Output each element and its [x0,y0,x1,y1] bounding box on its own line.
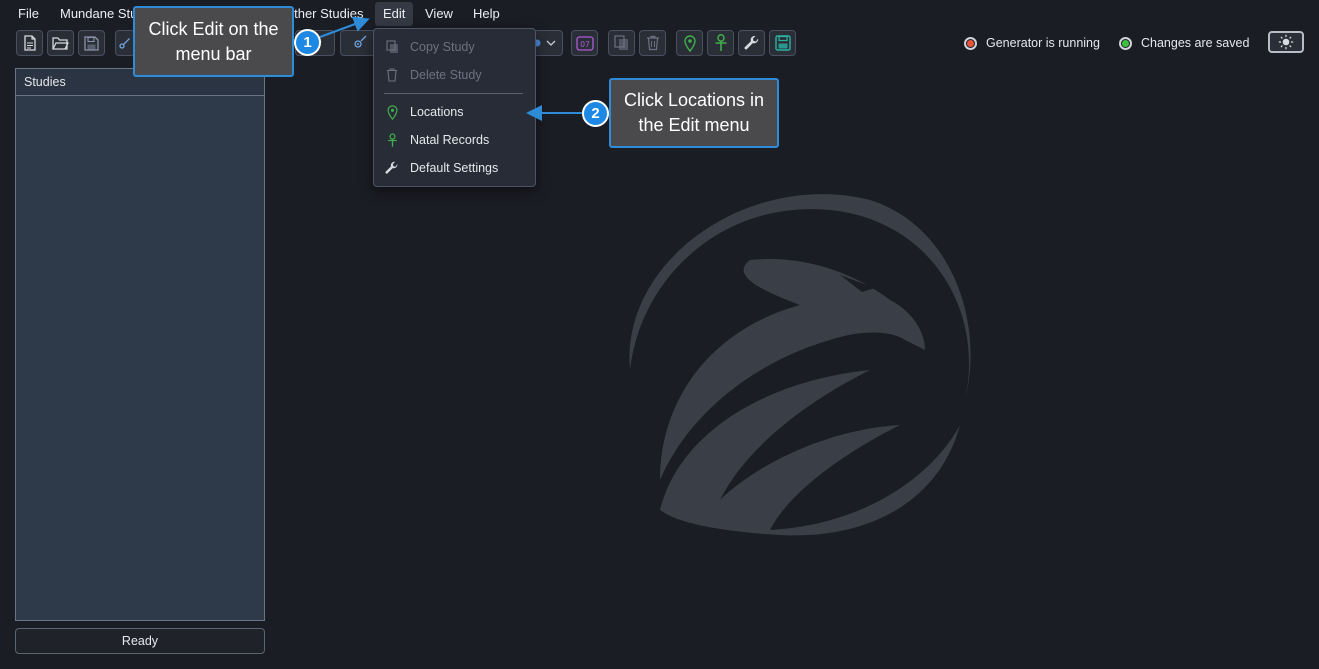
step-badge-2: 2 [582,100,609,127]
save-teal-icon [774,35,791,51]
menu-item-default-settings[interactable]: Default Settings [374,155,535,181]
wrench-icon [744,35,758,50]
trash-icon [646,35,659,51]
copy-study-button[interactable] [608,30,635,56]
trash-icon [374,68,410,82]
menu-edit[interactable]: Edit [375,2,414,26]
delete-study-button[interactable] [639,30,666,56]
callout-step-2: Click Locations in the Edit menu [609,78,779,148]
save-icon [84,35,99,51]
sun-icon [1278,34,1294,50]
menu-item-label: Copy Study [410,40,475,54]
natal-records-button[interactable] [707,30,734,56]
generator-status-label: Generator is running [986,36,1100,50]
calendar-label: 07 [580,40,590,49]
copy-icon [614,35,628,50]
callout-step-1: Click Edit on the menu bar [133,6,294,77]
default-settings-button[interactable] [738,30,765,56]
line-node-icon [119,38,130,49]
ankh-icon [374,132,410,148]
generator-status-indicator [964,36,977,50]
menu-file[interactable]: File [10,2,47,26]
save-button[interactable] [78,30,105,56]
callout-step-2-text: Click Locations in the Edit menu [623,90,765,135]
location-pin-icon [683,34,696,52]
new-file-button[interactable] [16,30,43,56]
wrench-icon [374,161,410,175]
save-status-label: Changes are saved [1141,36,1250,50]
step-badge-1: 1 [294,29,321,56]
menu-separator [384,93,523,94]
menu-item-label: Natal Records [410,133,490,147]
menu-item-label: Locations [410,105,464,119]
locations-button[interactable] [676,30,703,56]
menu-item-locations[interactable]: Locations [374,99,535,125]
location-pin-icon [374,104,410,120]
calendar-button[interactable]: 07 [571,30,598,56]
edit-menu-dropdown: Copy Study Delete Study Locations Natal … [373,28,536,187]
menu-help[interactable]: Help [465,2,508,26]
calendar-icon: 07 [575,36,594,51]
eagle-logo [629,194,971,536]
copy-icon [374,40,410,54]
status-bar-ready: Ready [15,628,265,654]
save-all-button[interactable] [769,30,796,56]
new-file-icon [23,35,36,51]
theme-toggle-button[interactable] [1268,31,1304,53]
mundane-study-button[interactable] [115,30,135,56]
open-folder-button[interactable] [47,30,74,56]
studies-panel: Studies [15,68,265,621]
menu-item-label: Delete Study [410,68,482,82]
generator-status: Generator is running [964,34,1100,52]
menu-item-delete-study[interactable]: Delete Study [374,62,535,88]
save-status: Changes are saved [1119,34,1249,52]
folder-open-icon [52,36,69,50]
menu-item-natal-records[interactable]: Natal Records [374,127,535,153]
menu-item-label: Default Settings [410,161,499,175]
ankh-icon [715,34,726,51]
callout-step-1-text: Click Edit on the menu bar [148,18,279,64]
save-status-indicator [1119,36,1132,50]
menu-view[interactable]: View [417,2,461,26]
target-node-icon [354,35,367,48]
chevron-down-icon [546,40,555,46]
menu-item-copy-study[interactable]: Copy Study [374,34,535,60]
